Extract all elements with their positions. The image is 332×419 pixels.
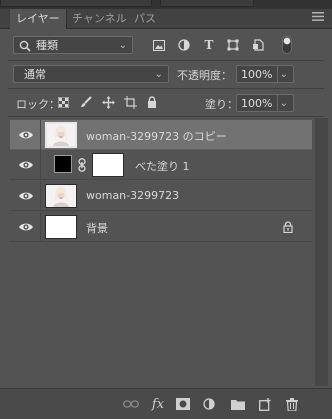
layer-name[interactable]: woman-3299723 のコピー [86, 128, 227, 144]
layers-list: woman-3299723 のコピー べた塗り 1 woman-3299723 … [10, 118, 312, 386]
delete-layer-icon[interactable] [284, 396, 300, 412]
opacity-value: 100% [241, 68, 273, 81]
adjustment-layer-icon[interactable] [201, 396, 217, 412]
layer-name[interactable]: woman-3299723 [86, 189, 179, 202]
layer-row[interactable]: woman-3299723 のコピー [10, 120, 312, 150]
fill-opacity-input[interactable]: 100% ⌄ [236, 94, 294, 112]
layer-style-fx-icon[interactable]: fx [150, 396, 166, 412]
blend-mode-value: 通常 [24, 68, 46, 81]
panel-menu-icon[interactable] [312, 12, 324, 23]
divider [40, 212, 41, 242]
panel-tab-bar: レイヤー チャンネル パス [0, 9, 332, 29]
eye-icon[interactable] [18, 128, 34, 142]
link-layers-icon[interactable] [123, 396, 139, 412]
upper-panel-edge-2 [160, 0, 254, 7]
opacity-label: 不透明度： [177, 69, 232, 82]
layer-row[interactable]: べた塗り 1 [10, 150, 312, 180]
layer-row[interactable]: woman-3299723 [10, 181, 312, 211]
divider [40, 120, 41, 150]
type-filter-icon[interactable]: T [202, 37, 216, 52]
layer-thumbnail[interactable] [45, 184, 77, 208]
layer-filter-kind-select[interactable]: 種類 ⌄ [13, 36, 133, 54]
fill-label: 塗り： [205, 98, 238, 111]
new-group-icon[interactable] [230, 396, 246, 412]
new-layer-icon[interactable] [257, 396, 273, 412]
opacity-input[interactable]: 100% ⌄ [236, 65, 294, 83]
tab-layers[interactable]: レイヤー [10, 9, 67, 29]
layer-name[interactable]: 背景 [86, 220, 108, 236]
chevron-down-icon: ⌄ [154, 69, 163, 80]
separator [8, 116, 324, 117]
lock-icon [282, 220, 294, 234]
fill-color-thumbnail[interactable] [54, 155, 72, 173]
filter-kind-label: 種類 [36, 39, 58, 52]
layer-thumbnail[interactable] [45, 122, 77, 148]
divider [40, 150, 41, 180]
link-icon[interactable] [77, 157, 87, 173]
chevron-down-icon[interactable]: ⌄ [280, 66, 288, 84]
lock-artboard-icon[interactable] [123, 95, 137, 109]
smart-object-filter-icon[interactable] [251, 38, 265, 52]
fill-value: 100% [241, 97, 273, 110]
layer-row[interactable]: 背景 [10, 212, 312, 242]
lock-label: ロック： [16, 98, 60, 111]
search-icon [18, 39, 32, 53]
separator [8, 60, 324, 61]
layers-scrollbar[interactable] [315, 118, 328, 386]
divider [40, 181, 41, 211]
lock-image-pixels-icon[interactable] [79, 95, 93, 109]
adjustment-filter-icon[interactable] [177, 38, 191, 52]
lock-all-icon[interactable] [146, 95, 158, 109]
shape-filter-icon[interactable] [226, 38, 240, 52]
blend-mode-select[interactable]: 通常 ⌄ [13, 65, 169, 83]
eye-icon[interactable] [18, 220, 34, 234]
layer-thumbnail[interactable] [45, 215, 77, 239]
top-strip [0, 0, 332, 9]
separator [8, 88, 324, 89]
add-mask-icon[interactable] [175, 396, 191, 412]
tab-paths[interactable]: パス [128, 9, 162, 28]
layer-name[interactable]: べた塗り 1 [135, 158, 190, 174]
layers-bottom-toolbar: fx [0, 388, 332, 419]
eye-icon[interactable] [18, 189, 34, 203]
lock-position-icon[interactable] [101, 95, 115, 109]
lock-transparent-pixels-icon[interactable] [57, 96, 70, 109]
chevron-down-icon: ⌄ [118, 40, 127, 51]
layer-mask-thumbnail[interactable] [92, 153, 124, 177]
filter-toggle-icon[interactable] [281, 35, 293, 54]
upper-panel-edge [0, 0, 152, 7]
eye-icon[interactable] [18, 158, 34, 172]
tab-channels[interactable]: チャンネル [66, 9, 133, 28]
image-filter-icon[interactable] [152, 38, 166, 52]
chevron-down-icon[interactable]: ⌄ [280, 95, 288, 113]
